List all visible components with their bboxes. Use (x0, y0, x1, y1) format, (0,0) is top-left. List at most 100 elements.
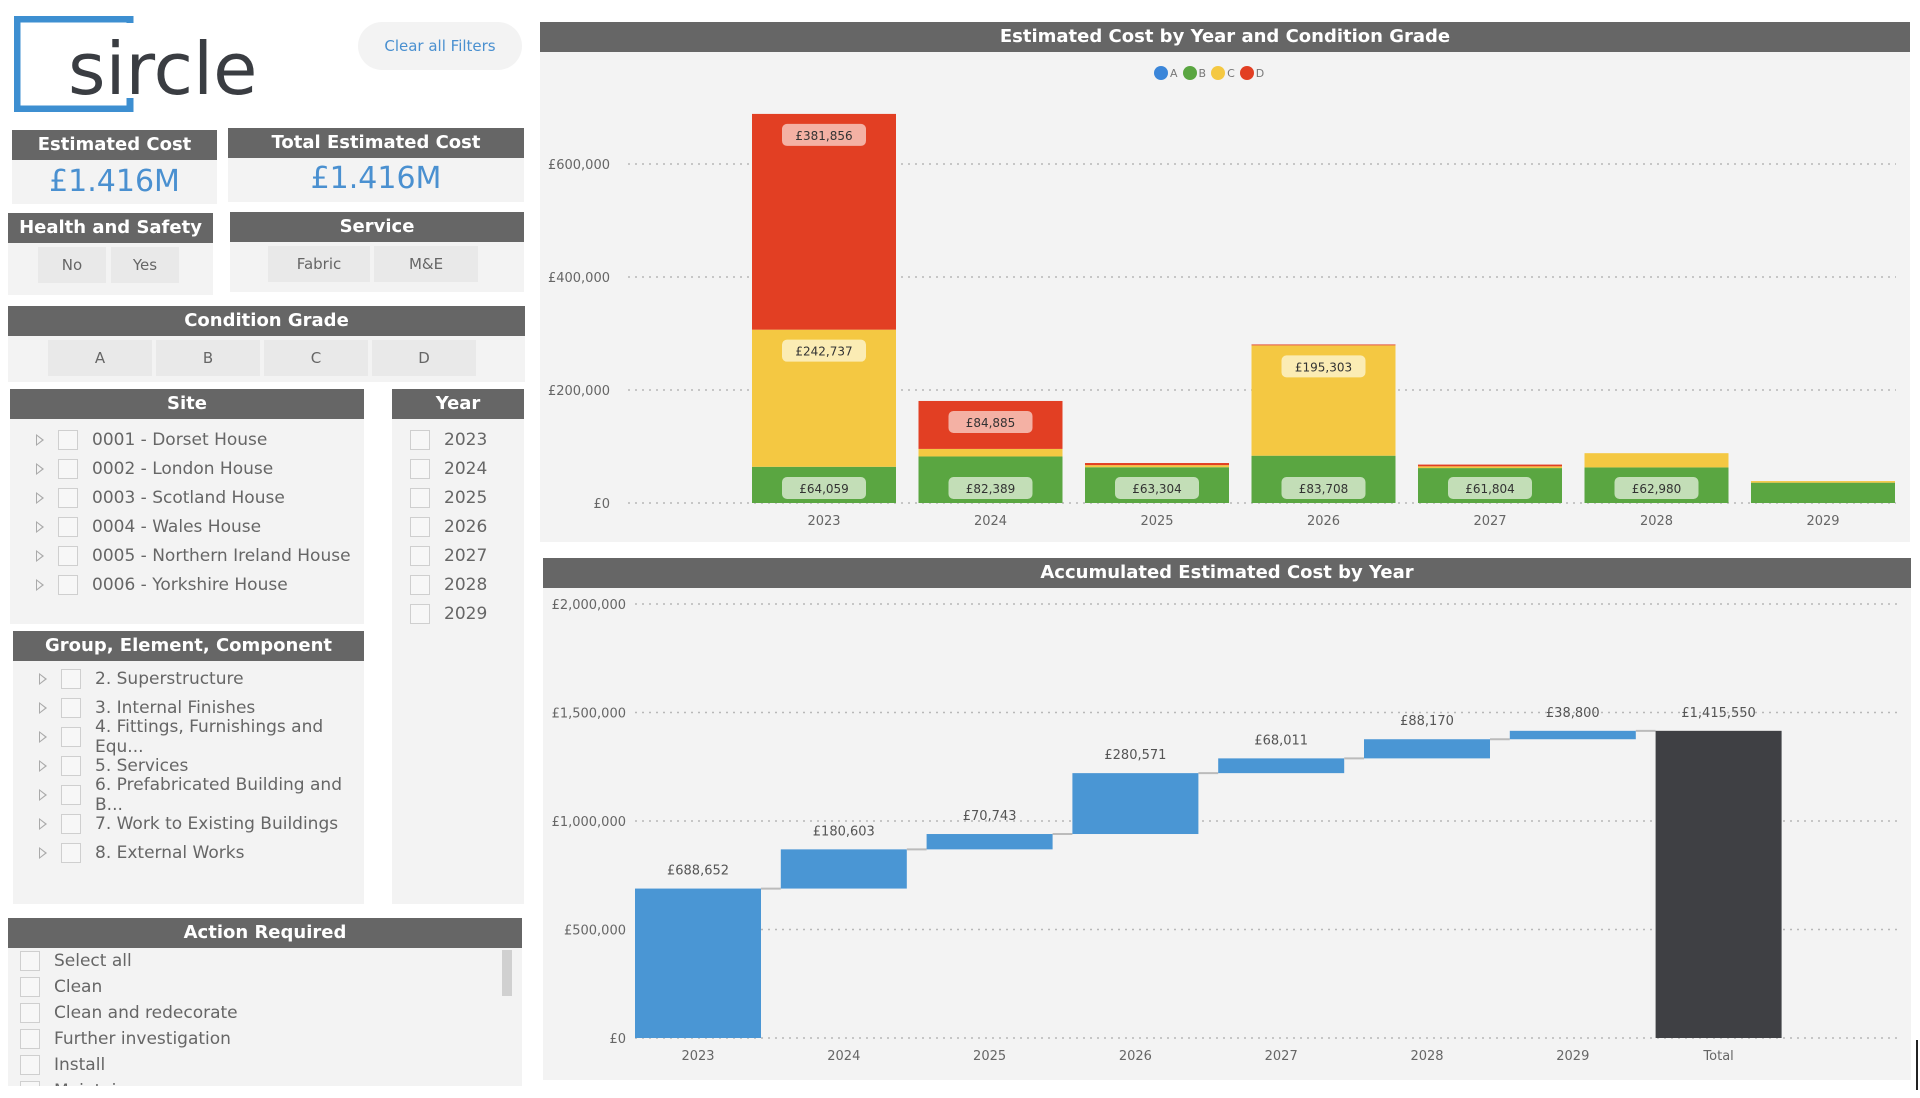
item-label: 2029 (444, 603, 488, 624)
checkbox[interactable] (20, 1029, 40, 1049)
action-required-item[interactable]: Clean (20, 974, 500, 1000)
expand-icon[interactable] (39, 846, 47, 859)
estimated-cost-value: £1.416M (49, 164, 180, 199)
site-item[interactable]: 0004 - Wales House (36, 512, 356, 541)
expand-icon[interactable] (39, 701, 47, 714)
expand-icon[interactable] (36, 520, 44, 533)
checkbox[interactable] (58, 458, 78, 479)
checkbox[interactable] (410, 516, 430, 537)
checkbox[interactable] (58, 429, 78, 450)
waterfall-bar (1509, 730, 1636, 740)
checkbox[interactable] (61, 842, 81, 863)
resize-handle[interactable] (1916, 1040, 1918, 1090)
waterfall-bar (1364, 739, 1490, 759)
cost-by-year-grade-svg: £0 £200,000 £400,000 £600,000 2023 2024 2025 20… (548, 113, 1896, 529)
site-item[interactable]: 0006 - Yorkshire House (36, 570, 356, 599)
year-item[interactable]: 2023 (410, 425, 520, 454)
item-label: 2026 (444, 516, 488, 537)
x-tick-label: 2029 (1806, 514, 1839, 529)
condition-grade-d-button[interactable]: D (372, 340, 476, 376)
expand-icon[interactable] (39, 817, 47, 830)
checkbox[interactable] (20, 977, 40, 997)
checkbox[interactable] (20, 1003, 40, 1023)
year-item[interactable]: 2027 (410, 541, 520, 570)
action-required-item[interactable]: Clean and redecorate (20, 1000, 500, 1026)
site-item[interactable]: 0003 - Scotland House (36, 483, 356, 512)
condition-grade-a-button[interactable]: A (48, 340, 152, 376)
item-label: Install (54, 1055, 106, 1075)
expand-icon[interactable] (36, 549, 44, 562)
expand-icon[interactable] (39, 730, 47, 743)
group-item[interactable]: 8. External Works (39, 838, 359, 867)
checkbox[interactable] (61, 755, 81, 776)
action-required-item[interactable]: Maintain (20, 1078, 500, 1086)
waterfall-bar (1218, 758, 1345, 774)
condition-grade-c-button[interactable]: C (264, 340, 368, 376)
condition-grade-b-button[interactable]: B (156, 340, 260, 376)
health-safety-no-button[interactable]: No (38, 247, 106, 283)
logo-bracket-icon: sircle (13, 15, 257, 113)
checkbox[interactable] (58, 516, 78, 537)
year-item[interactable]: 2028 (410, 570, 520, 599)
group-item[interactable]: 6. Prefabricated Building and B... (39, 775, 359, 815)
year-item[interactable]: 2029 (410, 599, 520, 628)
checkbox[interactable] (61, 697, 81, 718)
cost-by-year-grade-chart: ABCD £0 £200,000 £400,000 £600,000 2023 2024 2… (540, 52, 1910, 542)
site-item[interactable]: 0002 - London House (36, 454, 356, 483)
expand-icon[interactable] (36, 491, 44, 504)
checkbox[interactable] (61, 813, 81, 834)
x-tick-label: 2028 (1410, 1049, 1443, 1064)
expand-icon[interactable] (39, 759, 47, 772)
health-safety-title: Health and Safety (8, 213, 213, 243)
health-safety-yes-button[interactable]: Yes (111, 247, 179, 283)
action-required-title: Action Required (8, 918, 522, 948)
service-fabric-button[interactable]: Fabric (268, 246, 370, 282)
estimated-cost-title: Estimated Cost (12, 130, 217, 160)
y-tick-label: £400,000 (548, 271, 610, 286)
data-label: £68,011 (1254, 733, 1308, 748)
accumulated-cost-chart: £0 £500,000 £1,000,000 £1,500,000 £2,000,000… (543, 588, 1911, 1080)
item-label: 8. External Works (95, 842, 245, 863)
checkbox[interactable] (410, 603, 430, 624)
year-item[interactable]: 2024 (410, 454, 520, 483)
expand-icon[interactable] (39, 788, 47, 801)
expand-icon[interactable] (36, 433, 44, 446)
expand-icon[interactable] (39, 672, 47, 685)
checkbox[interactable] (61, 784, 81, 805)
checkbox[interactable] (58, 487, 78, 508)
checkbox[interactable] (410, 545, 430, 566)
waterfall-bar (926, 834, 1053, 850)
checkbox[interactable] (61, 726, 81, 747)
action-required-item[interactable]: Further investigation (20, 1026, 500, 1052)
expand-icon[interactable] (36, 578, 44, 591)
group-item[interactable]: 7. Work to Existing Buildings (39, 809, 359, 838)
x-tick-label: 2023 (807, 514, 840, 529)
checkbox[interactable] (61, 668, 81, 689)
year-item[interactable]: 2025 (410, 483, 520, 512)
checkbox[interactable] (58, 574, 78, 595)
expand-icon[interactable] (36, 462, 44, 475)
action-required-scrollbar[interactable] (502, 950, 512, 996)
x-tick-label: 2026 (1119, 1049, 1152, 1064)
checkbox[interactable] (410, 487, 430, 508)
year-item[interactable]: 2026 (410, 512, 520, 541)
data-label: £381,856 (795, 129, 852, 143)
group-item[interactable]: 2. Superstructure (39, 664, 359, 693)
checkbox[interactable] (20, 1081, 40, 1086)
item-label: 3. Internal Finishes (95, 697, 256, 718)
x-tick-label: 2023 (681, 1049, 714, 1064)
service-me-button[interactable]: M&E (374, 246, 478, 282)
group-item[interactable]: 4. Fittings, Furnishings and Equ... (39, 717, 359, 757)
action-required-item[interactable]: Install (20, 1052, 500, 1078)
site-item[interactable]: 0005 - Northern Ireland House (36, 541, 356, 570)
checkbox[interactable] (20, 951, 40, 971)
action-required-item[interactable]: Select all (20, 948, 500, 974)
checkbox[interactable] (410, 574, 430, 595)
clear-all-filters-button[interactable]: Clear all Filters (358, 22, 522, 70)
checkbox[interactable] (20, 1055, 40, 1075)
site-item[interactable]: 0001 - Dorset House (36, 425, 356, 454)
checkbox[interactable] (58, 545, 78, 566)
checkbox[interactable] (410, 429, 430, 450)
health-safety-slicer: No Yes (8, 243, 213, 295)
checkbox[interactable] (410, 458, 430, 479)
